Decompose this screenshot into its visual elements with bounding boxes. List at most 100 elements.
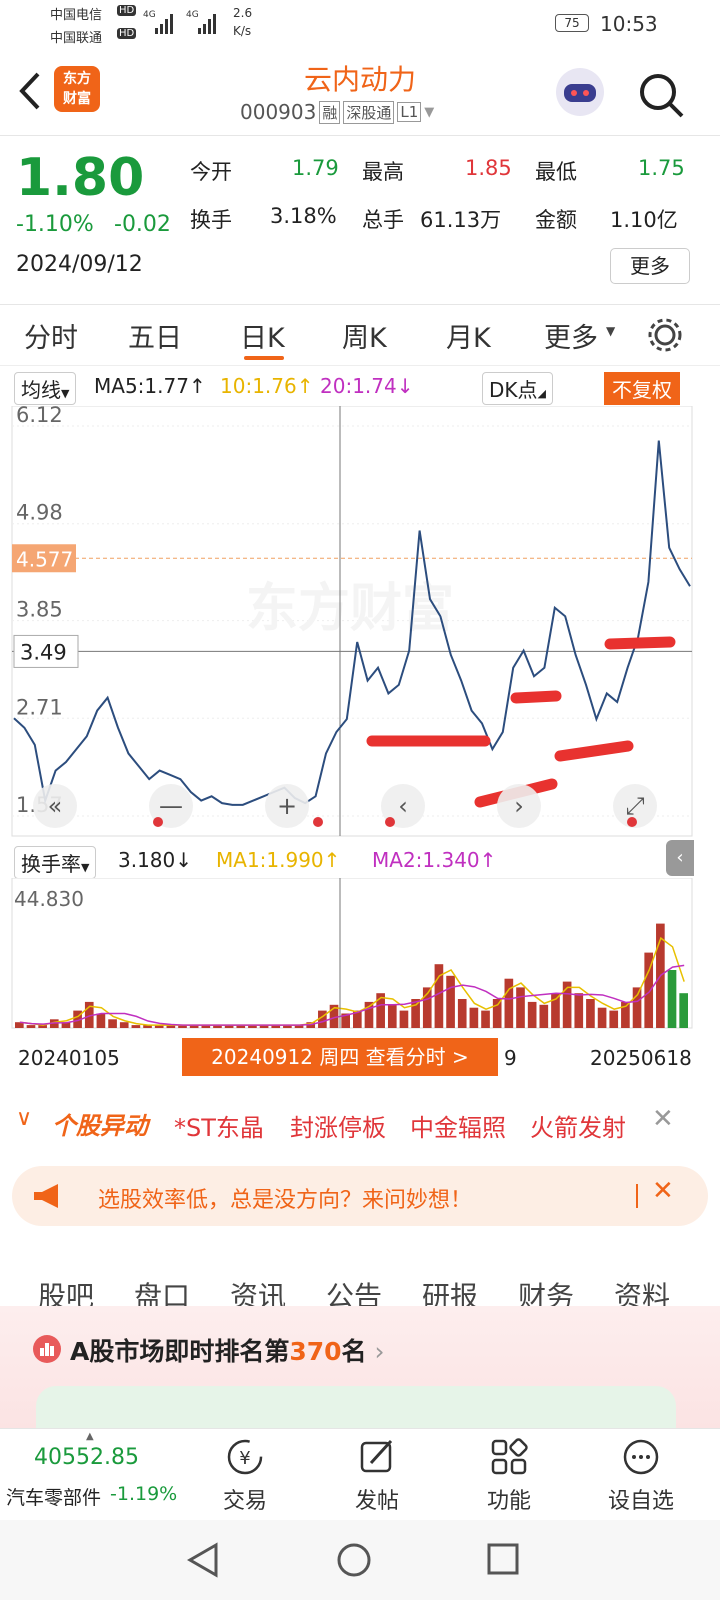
y-max-label: 44.830 <box>14 887 84 911</box>
ad-divider <box>636 1184 638 1208</box>
ma10-value: 10:1.76↑ <box>220 374 314 398</box>
margin-badge: 融 <box>319 100 341 124</box>
low-label: 最低 <box>535 160 577 184</box>
add-watchlist-label: 设自选 <box>607 1489 674 1514</box>
tab-monthly-k[interactable]: 月K <box>446 316 491 355</box>
rank-prefix: A股市场即时排名第 <box>70 1337 290 1366</box>
news-item[interactable]: *ST东晶 <box>174 1108 264 1143</box>
more-button[interactable]: 更多 <box>610 248 690 284</box>
close-icon[interactable]: ✕ <box>652 1104 674 1134</box>
chevron-down-icon[interactable]: ∨ <box>16 1106 32 1131</box>
stock-name[interactable]: 云内动力 <box>0 58 720 98</box>
collapse-panel-button[interactable]: ‹ <box>666 840 694 876</box>
news-item[interactable]: 火箭发射 <box>530 1108 626 1143</box>
ma10-label: 10:1.76 <box>220 374 297 398</box>
rank-progress <box>36 1386 676 1428</box>
annotation-stroke <box>604 636 676 650</box>
marker-dot <box>313 817 323 827</box>
search-icon[interactable] <box>636 70 686 120</box>
volume-label: 总手 <box>362 208 404 232</box>
ad-text: 选股效率低，总是没方向？来问妙想！ <box>98 1188 473 1213</box>
turnover-bar <box>457 999 467 1028</box>
network-type-2: 4G <box>186 10 199 20</box>
trade-label: 交易 <box>222 1489 267 1514</box>
low-value: 1.75 <box>638 156 685 180</box>
home-circle-icon[interactable] <box>336 1542 372 1578</box>
chevron-down-icon: ▼ <box>424 104 435 120</box>
quote-date: 2024/09/12 <box>16 252 143 277</box>
post-button[interactable]: 发帖 <box>332 1437 422 1515</box>
chart-area: 均线▼ MA5:1.77↑ 10:1.76↑ 20:1.74↓ DK点◢ 不复权… <box>0 370 720 1110</box>
tab-daily-k[interactable]: 日K <box>240 316 285 355</box>
recents-square-icon[interactable] <box>486 1542 520 1576</box>
stock-code-row[interactable]: 000903 融 深股通 L1 ▼ <box>240 100 434 124</box>
index-value[interactable]: 40552.85 <box>34 1445 139 1470</box>
tab-weekly-k[interactable]: 周K <box>342 316 387 355</box>
high-label: 最高 <box>362 160 404 184</box>
system-nav-bar <box>0 1520 720 1600</box>
ma-select-label: 均线 <box>21 378 61 402</box>
zoom-in-icon[interactable]: + <box>265 784 309 828</box>
turnover-bar <box>574 993 584 1028</box>
app-header: 东方 财富 云内动力 000903 融 深股通 L1 ▼ <box>0 56 720 136</box>
adjust-button[interactable]: 不复权 <box>604 372 680 405</box>
settings-icon[interactable] <box>646 316 684 354</box>
turnover-bar <box>446 975 455 1028</box>
news-item[interactable]: 中金辐照 <box>410 1108 506 1143</box>
x-axis-end: 20250618 <box>590 1046 692 1070</box>
marker-dot <box>385 817 395 827</box>
ad-banner[interactable]: 选股效率低，总是没方向？来问妙想！ ✕ <box>12 1166 708 1226</box>
annotation-stroke <box>510 690 562 704</box>
index-name[interactable]: 汽车零部件 <box>6 1483 101 1510</box>
net-speed: 2.6 <box>233 6 253 20</box>
turnover-bar <box>26 1025 36 1028</box>
open-value: 1.79 <box>292 156 339 180</box>
dk-point-select[interactable]: DK点◢ <box>482 372 553 405</box>
add-watchlist-button[interactable]: 设自选 <box>596 1437 686 1515</box>
back-triangle-icon[interactable] <box>186 1542 220 1578</box>
turnover-bar <box>516 987 525 1028</box>
marker-dot <box>153 817 163 827</box>
current-price: 1.80 <box>16 148 145 208</box>
svg-text:—: — <box>159 792 183 820</box>
svg-text:‹: ‹ <box>398 792 408 820</box>
net-speed-unit: K/s <box>233 24 252 38</box>
ma2-value: MA2:1.340↑ <box>372 848 497 872</box>
tab-intraday[interactable]: 分时 <box>24 316 78 355</box>
bottom-nav: ▲ 40552.85 汽车零部件 -1.19% ¥ 交易 发帖 功能 设自选 <box>0 1428 720 1520</box>
ma-select[interactable]: 均线▼ <box>14 372 77 405</box>
rank-suffix: 名 <box>341 1337 367 1366</box>
turnover-chart[interactable]: 44.830 <box>0 878 720 1038</box>
functions-button[interactable]: 功能 <box>464 1437 554 1515</box>
network-type-1: 4G <box>143 10 156 20</box>
scroll-right-icon[interactable]: › <box>497 784 541 828</box>
ranking-icon <box>33 1335 61 1363</box>
trade-button[interactable]: ¥ 交易 <box>200 1437 290 1515</box>
quote-panel: 1.80 -1.10% -0.02 2024/09/12 今开 1.79 最高 … <box>0 140 720 305</box>
news-item[interactable]: 封涨停板 <box>290 1108 386 1143</box>
robot-assistant-icon[interactable] <box>552 64 608 120</box>
indicator-select[interactable]: 换手率▼ <box>14 846 97 879</box>
x-axis-start: 20240105 <box>18 1046 120 1070</box>
rank-card[interactable]: A股市场即时排名第370名 › <box>0 1306 720 1428</box>
y-tick-label: 2.71 <box>16 695 63 719</box>
cursor-date-button[interactable]: 20240912 周四 查看分时 > <box>182 1038 498 1076</box>
rank-number: 370 <box>289 1337 342 1366</box>
reference-price-label: 4.577 <box>16 547 73 571</box>
tab-more[interactable]: 更多 <box>544 316 598 355</box>
marker-dot <box>627 817 637 827</box>
jump-start-icon[interactable]: « <box>33 784 77 828</box>
turnover-bar <box>586 999 595 1028</box>
close-icon[interactable]: ✕ <box>652 1176 674 1206</box>
turnover-indicator-label: 3.180 <box>118 848 176 872</box>
turnover-bar <box>492 999 502 1028</box>
tab-five-day[interactable]: 五日 <box>128 316 182 355</box>
post-label: 发帖 <box>354 1489 399 1514</box>
turnover-bar <box>399 1010 409 1028</box>
kline-chart[interactable]: 6.124.983.852.711.57东方财富4.5773.49«—+‹›⤢ <box>0 406 720 876</box>
ma1-label: MA1:1.990 <box>216 848 324 872</box>
signal-icon-2 <box>198 14 216 34</box>
grid-icon <box>491 1438 528 1475</box>
ma20-label: 20:1.74 <box>320 374 397 398</box>
index-arrow-icon: ▲ <box>86 1431 94 1442</box>
